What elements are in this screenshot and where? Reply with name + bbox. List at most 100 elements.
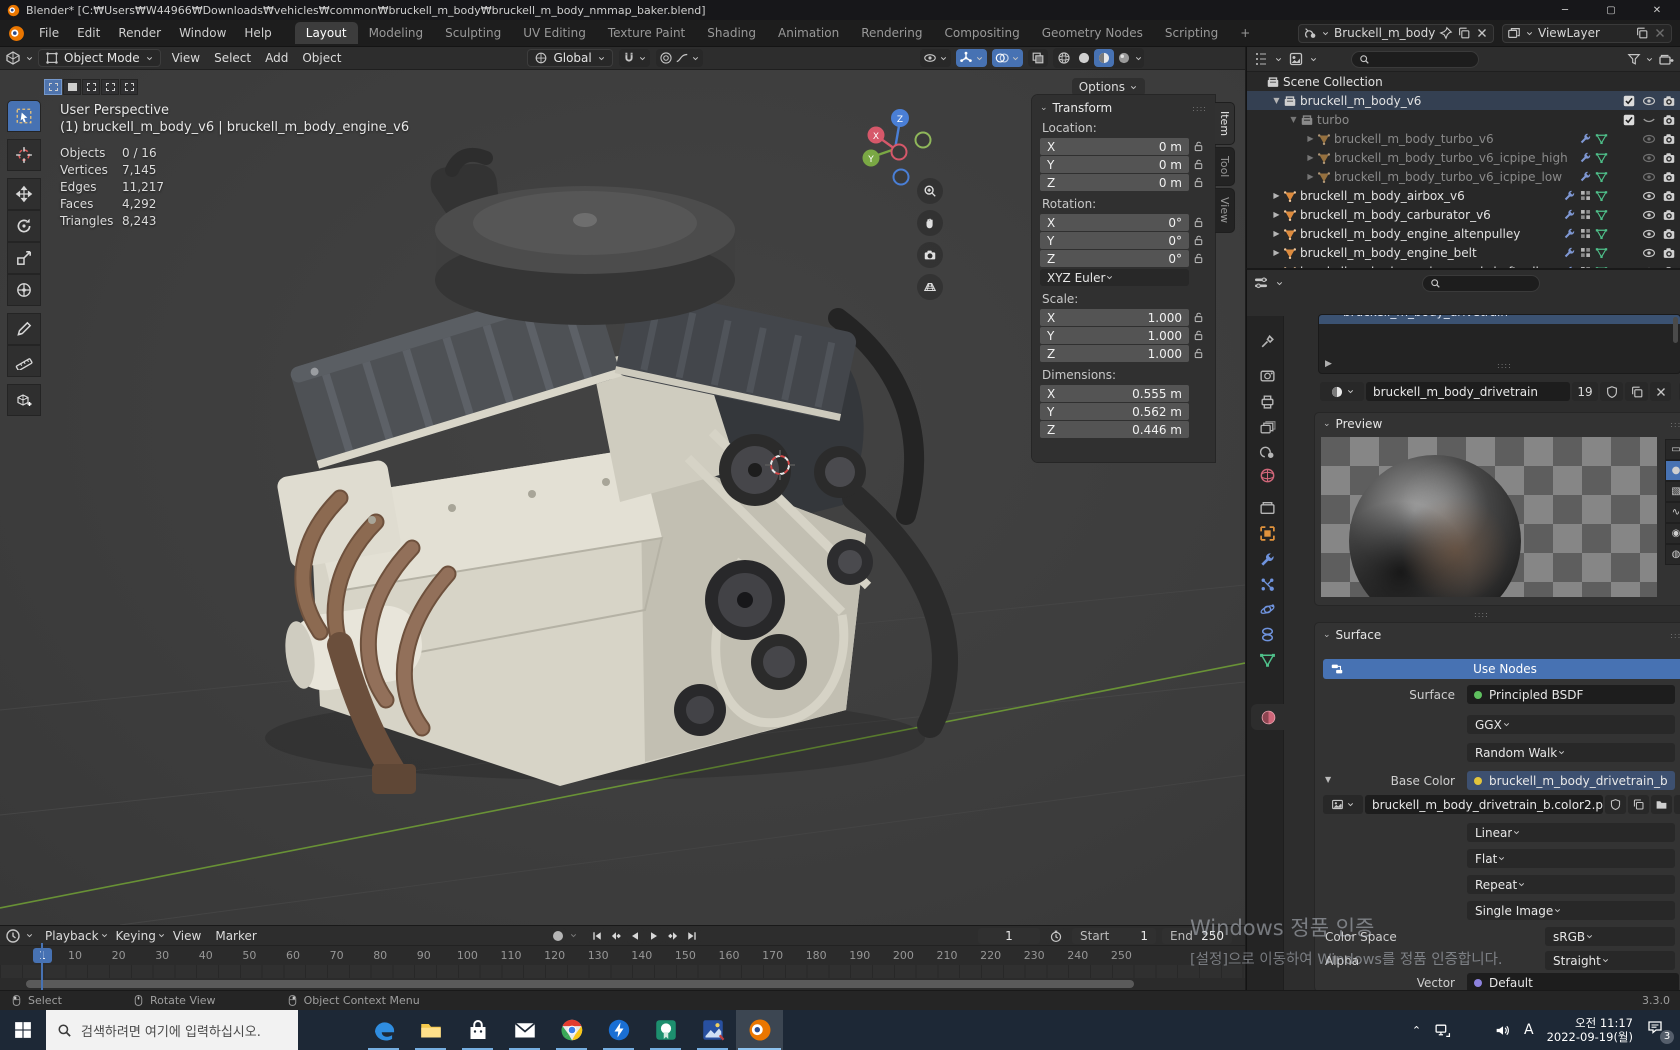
image-browse-dropdown[interactable] — [1323, 795, 1363, 814]
material-browse-dropdown[interactable] — [1320, 382, 1364, 401]
remote-session-icon[interactable] — [1464, 1022, 1481, 1039]
taskbar-app-bookmark-app[interactable] — [642, 1010, 689, 1050]
scene-selector[interactable]: Bruckell_m_body_e... — [1298, 24, 1494, 43]
transform-location-y-field[interactable]: Y0 m — [1040, 156, 1189, 173]
menu-help[interactable]: Help — [235, 23, 280, 43]
panel-grip[interactable]: :::: — [1474, 610, 1489, 619]
eye-icon[interactable] — [1642, 246, 1656, 260]
checkbox-icon[interactable] — [1622, 113, 1636, 127]
transform-rotation-z-field[interactable]: Z0° — [1040, 250, 1189, 267]
properties-search-input[interactable] — [1422, 275, 1540, 292]
viewport-menu-add[interactable]: Add — [258, 49, 295, 67]
camera-restrict-icon[interactable] — [1662, 151, 1676, 165]
eye-dim-icon[interactable] — [1642, 170, 1656, 184]
checkbox-icon[interactable] — [1622, 94, 1636, 108]
n-panel-tab-tool[interactable]: Tool — [1215, 147, 1235, 186]
transform-rotation-y-field[interactable]: Y0° — [1040, 232, 1189, 249]
transport-next-key-button[interactable] — [665, 928, 682, 944]
panel-grip[interactable]: :::: — [1192, 104, 1207, 113]
zoom-button[interactable] — [917, 178, 943, 204]
tray-expand-icon[interactable]: ⌃ — [1412, 1024, 1421, 1037]
disclosure-closed-icon[interactable]: ▶ — [1304, 134, 1317, 143]
properties-tab-modifiers[interactable] — [1250, 546, 1284, 572]
close-icon[interactable] — [1475, 26, 1489, 40]
select-mode-extend[interactable] — [63, 79, 81, 95]
frame-end-field[interactable]: End250 — [1162, 928, 1232, 944]
timeline-menu-keying[interactable]: Keying — [109, 927, 163, 945]
speaker-icon[interactable] — [1494, 1022, 1511, 1039]
disclosure-open-icon[interactable]: ▼ — [1270, 96, 1283, 105]
taskbar-app-media-app[interactable] — [689, 1010, 736, 1050]
property-surface-field[interactable]: Principled BSDF — [1467, 685, 1675, 704]
editor-type-timeline-icon[interactable] — [5, 928, 21, 944]
tab-shading[interactable]: Shading — [696, 22, 767, 44]
taskbar-app-beam[interactable] — [595, 1010, 642, 1050]
menu-window[interactable]: Window — [170, 23, 235, 43]
outliner-search-input[interactable] — [1351, 51, 1479, 68]
material-users-button[interactable]: 19 — [1572, 382, 1598, 401]
fake-user-button[interactable] — [1605, 795, 1626, 814]
lock-open-icon[interactable] — [1192, 347, 1205, 360]
outliner-row[interactable]: ▶bruckell_m_body_turbo_v6_icpipe_low — [1247, 167, 1680, 186]
eye-icon[interactable] — [1642, 227, 1656, 241]
timeline-menu-marker[interactable]: Marker — [208, 927, 263, 945]
outliner-row[interactable]: ▶bruckell_m_body_turbo_v6 — [1247, 129, 1680, 148]
collapse-icon[interactable]: ▼ — [1325, 775, 1331, 784]
property-alpha-dropdown[interactable]: Straight — [1545, 951, 1675, 970]
disclosure-closed-icon[interactable]: ▶ — [1270, 191, 1283, 200]
eye-dim-icon[interactable] — [1642, 151, 1656, 165]
camera-restrict-icon[interactable] — [1662, 170, 1676, 184]
property-flat-dropdown[interactable]: Flat — [1467, 849, 1675, 868]
shading-material-button[interactable] — [1094, 49, 1114, 67]
copy-image-button[interactable] — [1628, 795, 1649, 814]
viewport-menu-object[interactable]: Object — [295, 49, 348, 67]
outliner-row[interactable]: ▶bruckell_m_body_carburator_v6 — [1247, 205, 1680, 224]
copy-icon[interactable] — [1635, 26, 1649, 40]
tab-modeling[interactable]: Modeling — [358, 22, 435, 44]
taskbar-clock[interactable]: 오전 11:17 2022-09-19(월) — [1547, 1016, 1633, 1044]
use-preview-range-toggle[interactable] — [1046, 928, 1066, 944]
property-repeat-dropdown[interactable]: Repeat — [1467, 875, 1675, 894]
properties-tab-world[interactable] — [1250, 462, 1284, 488]
tab-geometry-nodes[interactable]: Geometry Nodes — [1031, 22, 1154, 44]
collapse-icon[interactable]: ⌄ — [1040, 103, 1048, 113]
overlays-dropdown[interactable] — [992, 49, 1023, 67]
preview-type-flat-button[interactable]: ▭ — [1665, 439, 1680, 460]
snap-toggle[interactable] — [619, 49, 650, 67]
panel-grip[interactable]: :::: — [1670, 420, 1680, 429]
viewlayer-selector[interactable]: ViewLayer — [1502, 24, 1672, 43]
outliner-row[interactable]: ▶bruckell_m_body_engine_altenpulley — [1247, 224, 1680, 243]
property-ggx-dropdown[interactable]: GGX — [1467, 715, 1675, 734]
properties-tab-tool[interactable] — [1250, 328, 1284, 354]
transform-scale-x-field[interactable]: X1.000 — [1040, 309, 1189, 326]
camera-view-button[interactable] — [917, 242, 943, 268]
unlink-image-button[interactable] — [1674, 795, 1680, 814]
tool-annotate[interactable] — [7, 313, 41, 345]
tool-select-box[interactable] — [7, 100, 41, 132]
properties-tab-constraints[interactable] — [1250, 621, 1284, 647]
tool-rotate[interactable] — [7, 210, 41, 242]
transform-location-x-field[interactable]: X0 m — [1040, 138, 1189, 155]
disclosure-closed-icon[interactable]: ▶ — [1270, 210, 1283, 219]
preview-type-cube-button[interactable]: ▧ — [1665, 481, 1680, 502]
select-mode-set[interactable] — [44, 79, 62, 95]
property-single-image-dropdown[interactable]: Single Image — [1467, 901, 1675, 920]
n-panel-tab-item[interactable]: Item — [1215, 102, 1235, 145]
material-slot-selected[interactable]: bruckell_m_body_drivetrain — [1343, 315, 1508, 319]
select-mode-intersect[interactable] — [120, 79, 138, 95]
properties-tab-data[interactable] — [1250, 646, 1284, 672]
outliner-row[interactable]: Scene Collection — [1247, 72, 1680, 91]
fake-user-button[interactable] — [1600, 382, 1623, 401]
outliner-row[interactable]: ▶bruckell_m_body_turbo_v6_icpipe_high — [1247, 148, 1680, 167]
lock-open-icon[interactable] — [1192, 158, 1205, 171]
transform-scale-z-field[interactable]: Z1.000 — [1040, 345, 1189, 362]
tab-texture-paint[interactable]: Texture Paint — [597, 22, 696, 44]
transform-scale-y-field[interactable]: Y1.000 — [1040, 327, 1189, 344]
orientation-dropdown[interactable]: Global — [527, 49, 612, 67]
collapse-icon[interactable]: ⌄ — [1323, 419, 1331, 429]
3d-viewport[interactable]: Options User Perspective (1) bruckell_m_… — [0, 70, 1245, 925]
list-grip[interactable]: :::: — [1497, 361, 1512, 370]
taskbar-app-edge[interactable] — [360, 1010, 407, 1050]
shading-solid-button[interactable] — [1074, 49, 1094, 67]
camera-restrict-icon[interactable] — [1662, 132, 1676, 146]
